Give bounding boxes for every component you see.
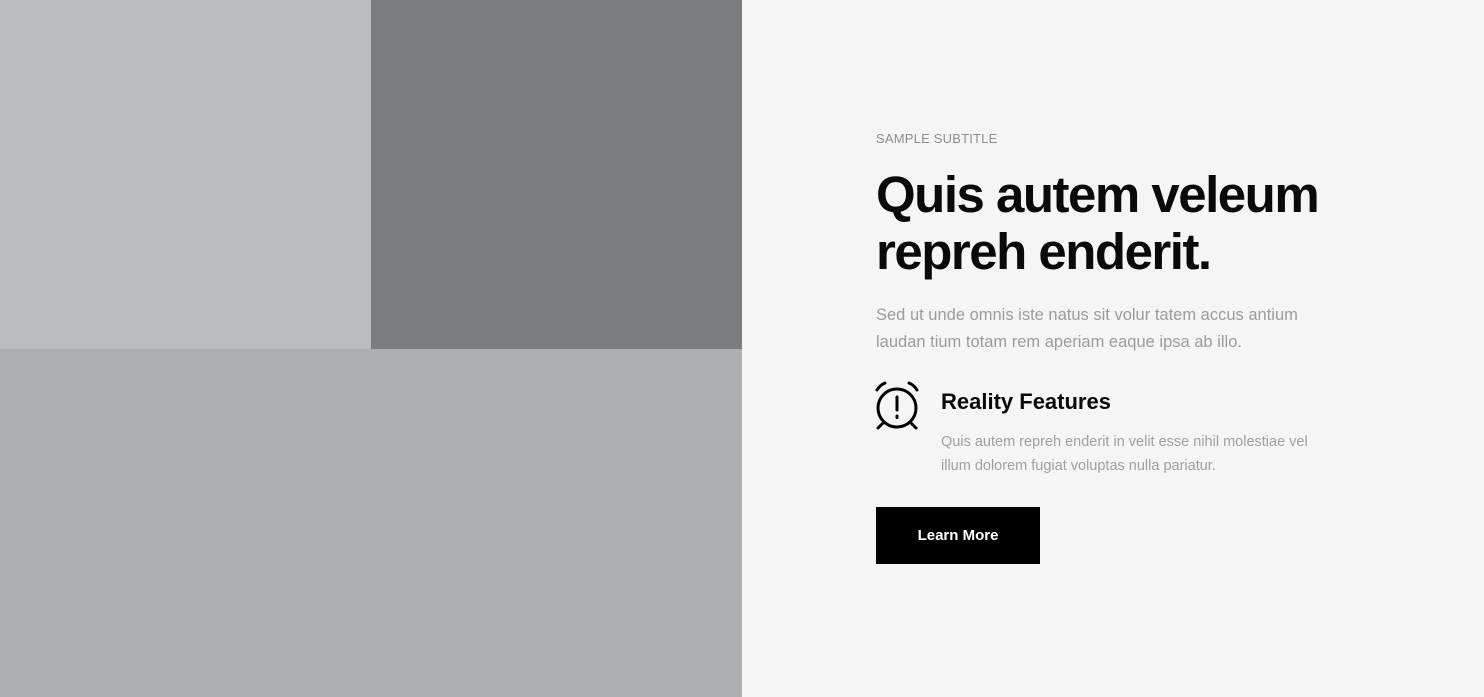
image-placeholder-bottom <box>0 349 742 697</box>
image-placeholder-top-right <box>371 0 742 349</box>
section-lead-text: Sed ut unde omnis iste natus sit volur t… <box>876 306 1298 351</box>
image-placeholder-top-left <box>0 0 371 349</box>
alarm-clock-icon <box>874 381 922 431</box>
page: SAMPLE SUBTITLE Quis autem veleum repreh… <box>0 0 1484 697</box>
image-grid <box>0 0 742 697</box>
feature-description: Quis autem repreh enderit in velit esse … <box>941 434 1308 474</box>
feature-title: Reality Features <box>941 389 1111 414</box>
section-subtitle: SAMPLE SUBTITLE <box>876 131 998 146</box>
content-panel: SAMPLE SUBTITLE Quis autem veleum repreh… <box>742 0 1484 697</box>
learn-more-button[interactable]: Learn More <box>876 507 1040 564</box>
section-heading: Quis autem veleum repreh enderit. <box>876 166 1320 280</box>
